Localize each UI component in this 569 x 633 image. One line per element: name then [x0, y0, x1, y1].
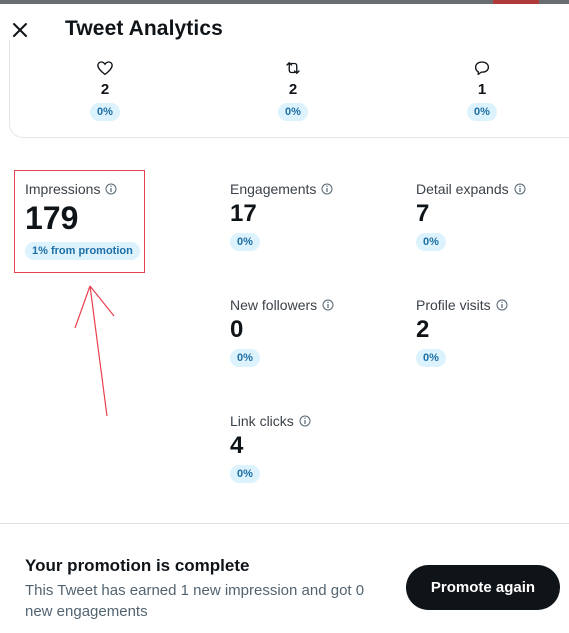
- close-icon: [13, 23, 27, 37]
- retweet-icon: [286, 62, 300, 74]
- info-icon[interactable]: [514, 183, 526, 195]
- heart-icon: [97, 61, 113, 76]
- impressions-highlight-box: [14, 170, 145, 273]
- likes-count: 2: [100, 81, 110, 98]
- profile-visits-change-badge: 0%: [416, 349, 446, 367]
- engagements-value: 17: [230, 200, 257, 227]
- new-followers-stat: New followers 0 0%: [230, 297, 334, 367]
- reply-icon: [474, 61, 490, 76]
- link-clicks-change-badge: 0%: [230, 465, 260, 483]
- link-clicks-label: Link clicks: [230, 413, 294, 429]
- likes-metric: 2 0%: [75, 58, 135, 121]
- profile-visits-value: 2: [416, 316, 430, 343]
- link-clicks-stat: Link clicks 4 0%: [230, 413, 311, 483]
- detail-expands-label: Detail expands: [416, 181, 509, 197]
- likes-change-badge: 0%: [90, 103, 120, 121]
- info-icon[interactable]: [322, 299, 334, 311]
- replies-count: 1: [477, 81, 487, 98]
- engagements-label: Engagements: [230, 181, 317, 197]
- promotion-title: Your promotion is complete: [25, 556, 250, 575]
- engagements-change-badge: 0%: [230, 233, 260, 251]
- replies-change-badge: 0%: [467, 103, 497, 121]
- info-icon[interactable]: [299, 415, 311, 427]
- link-clicks-value: 4: [230, 432, 244, 459]
- new-followers-change-badge: 0%: [230, 349, 260, 367]
- promote-again-button[interactable]: Promote again: [406, 565, 560, 610]
- profile-visits-stat: Profile visits 2 0%: [416, 297, 508, 367]
- info-icon[interactable]: [321, 183, 333, 195]
- retweets-metric: 2 0%: [263, 58, 323, 121]
- new-followers-value: 0: [230, 316, 244, 343]
- profile-visits-label: Profile visits: [416, 297, 491, 313]
- retweets-count: 2: [288, 81, 298, 98]
- retweets-change-badge: 0%: [278, 103, 308, 121]
- detail-expands-change-badge: 0%: [416, 233, 446, 251]
- new-followers-label: New followers: [230, 297, 318, 313]
- engagement-summary-card: 2 0% 2 0% 1 0%: [9, 40, 569, 138]
- info-icon[interactable]: [496, 299, 508, 311]
- detail-expands-stat: Detail expands 7 0%: [416, 181, 526, 251]
- page-title: Tweet Analytics: [65, 17, 223, 40]
- promotion-description: This Tweet has earned 1 new impression a…: [25, 582, 365, 620]
- replies-metric: 1 0%: [452, 58, 512, 121]
- engagements-stat: Engagements 17 0%: [230, 181, 333, 251]
- section-divider: [0, 523, 569, 524]
- detail-expands-value: 7: [416, 200, 430, 227]
